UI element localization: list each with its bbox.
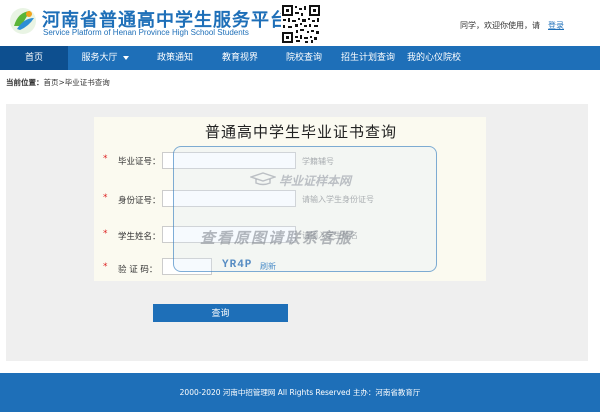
nav-item-enrollment-plan[interactable]: 招生计划查询 [336, 46, 400, 70]
login-link[interactable]: 登录 [548, 20, 564, 31]
breadcrumb-home-link[interactable]: 首页 [44, 78, 59, 87]
query-button[interactable]: 查询 [153, 304, 288, 322]
nav-item-service-hall[interactable]: 服务大厅 [68, 46, 142, 70]
required-mark: * [103, 262, 108, 272]
nav-item-label: 教育视界 [221, 53, 258, 63]
nav-item-favorite-schools[interactable]: 我的心仪院校 [400, 46, 468, 70]
main-nav: 首页 服务大厅 政策通知 教育视界 院校查询 招生计划查询 我的心仪院校 [0, 46, 600, 70]
graduation-cap-icon [250, 172, 276, 186]
chevron-down-icon [122, 55, 129, 60]
site-subtitle: Service Platform of Henan Province High … [43, 28, 249, 37]
nav-item-home[interactable]: 首页 [0, 46, 68, 70]
id-number-label: 身份证号： [118, 196, 161, 206]
required-mark: * [103, 193, 108, 203]
nav-item-label: 首页 [24, 53, 43, 63]
breadcrumb: 当前位置：首页>毕业证书查询 [6, 77, 110, 88]
certificate-number-label: 毕业证号： [118, 157, 161, 167]
nav-item-label: 我的心仪院校 [406, 53, 461, 63]
breadcrumb-current: >毕业证书查询 [58, 78, 110, 87]
watermark-brand: 毕业证样本网 [279, 174, 352, 188]
nav-item-policy[interactable]: 政策通知 [142, 46, 208, 70]
nav-item-school-search[interactable]: 院校查询 [272, 46, 336, 70]
watermark-text: 查看原图请联系客服 [200, 229, 354, 247]
nav-item-education[interactable]: 教育视界 [208, 46, 272, 70]
qr-code-icon [281, 4, 321, 44]
nav-item-label: 服务大厅 [81, 53, 118, 63]
footer-text: 2000-2020 河南中招管理网 All Rights Reserved 主办… [179, 388, 421, 397]
required-mark: * [103, 229, 108, 239]
header: 河南省普通高中学生服务平台 Service Platform of Henan … [0, 0, 600, 46]
nav-item-label: 院校查询 [285, 53, 322, 63]
nav-item-label: 政策通知 [156, 53, 193, 63]
student-name-label: 学生姓名： [118, 232, 161, 242]
footer: 2000-2020 河南中招管理网 All Rights Reserved 主办… [0, 373, 600, 412]
breadcrumb-prefix: 当前位置： [6, 78, 44, 87]
required-mark: * [103, 154, 108, 164]
welcome-text: 同学，欢迎你使用，请 [460, 21, 540, 30]
page-title: 普通高中学生毕业证书查询 [205, 123, 398, 141]
captcha-label: 验 证 码： [118, 265, 158, 275]
watermark-frame [173, 146, 437, 272]
nav-item-label: 招生计划查询 [340, 53, 395, 63]
logo-icon [10, 8, 36, 34]
